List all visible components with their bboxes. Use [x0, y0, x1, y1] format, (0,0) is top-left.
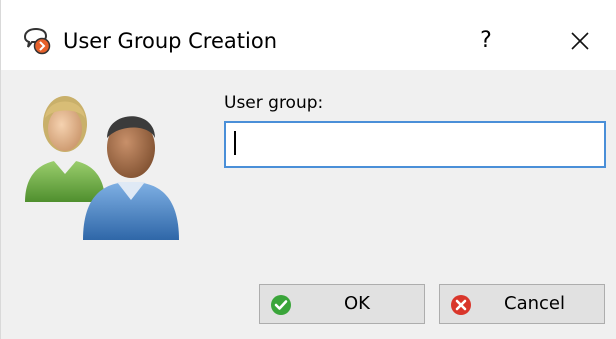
user-group-label: User group:: [224, 93, 324, 113]
cancel-button[interactable]: Cancel: [439, 284, 605, 324]
check-circle-icon: [270, 294, 292, 316]
cancel-label: Cancel: [504, 293, 565, 314]
window-title: User Group Creation: [63, 29, 277, 53]
title-bar: User Group Creation ?: [1, 0, 616, 70]
users-avatar-icon: [23, 82, 188, 242]
help-button[interactable]: ?: [467, 22, 505, 60]
app-icon: [22, 27, 52, 55]
ok-button[interactable]: OK: [259, 284, 425, 324]
user-group-creation-dialog: User Group Creation ? User group: OK Can…: [0, 0, 616, 339]
text-caret: [234, 131, 236, 155]
user-group-input[interactable]: [224, 121, 606, 168]
x-circle-icon: [450, 294, 472, 316]
close-icon: [571, 32, 589, 50]
close-button[interactable]: [561, 22, 599, 60]
ok-label: OK: [344, 293, 370, 314]
